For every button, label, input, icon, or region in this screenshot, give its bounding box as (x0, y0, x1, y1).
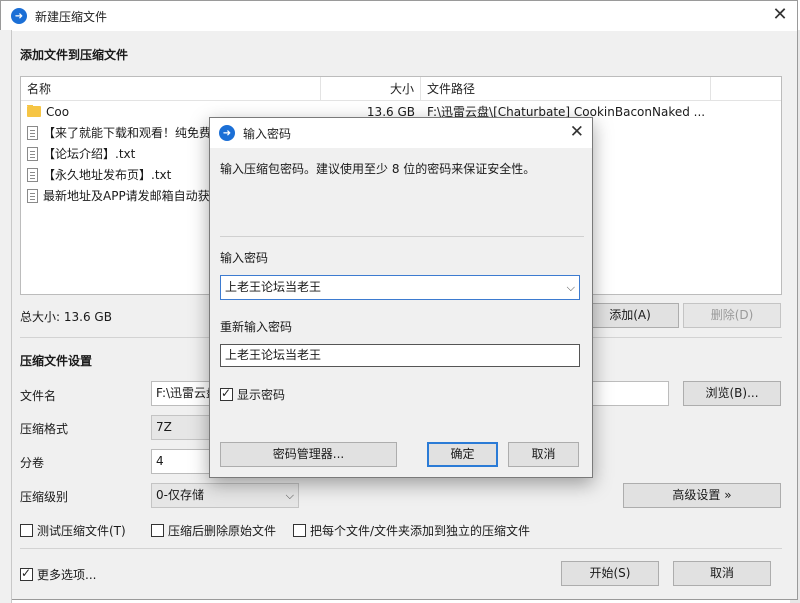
settings-section-title: 压缩文件设置 (20, 354, 93, 368)
folder-icon (27, 104, 41, 117)
window-title: 新建压缩文件 (35, 9, 108, 24)
separate-archives-checkbox[interactable]: 把每个文件/文件夹添加到独立的压缩文件 (293, 522, 530, 539)
show-password-checkbox[interactable]: 显示密码 (220, 386, 285, 403)
browse-button[interactable]: 浏览(B)... (683, 381, 781, 406)
advanced-settings-button[interactable]: 高级设置 » (623, 483, 781, 508)
format-value: 7Z (156, 420, 172, 434)
file-name: 【永久地址发布页】.txt (43, 168, 172, 182)
file-list-header: 名称 大小 文件路径 (21, 77, 781, 101)
add-button[interactable]: 添加(A) (581, 303, 679, 328)
background-window-strip (0, 30, 12, 603)
split-value: 4 (156, 454, 164, 468)
column-name[interactable]: 名称 (21, 77, 321, 101)
chevron-down-icon[interactable]: ⌵ (567, 276, 575, 299)
password-input[interactable]: 上老王论坛当老王 ⌵ (220, 275, 580, 300)
password-dialog: ➜ 输入密码 ✕ 输入压缩包密码。建议使用至少 8 位的密码来保证安全性。 输入… (209, 117, 593, 478)
divider (220, 236, 584, 237)
close-icon[interactable]: ✕ (570, 122, 584, 142)
checkbox-label: 更多选项... (37, 568, 97, 582)
app-logo-icon: ➜ (219, 125, 235, 141)
checkbox-label: 测试压缩文件(T) (37, 524, 126, 538)
test-archive-checkbox[interactable]: 测试压缩文件(T) (20, 522, 126, 539)
file-name: Coo (46, 104, 70, 119)
document-icon (27, 188, 38, 203)
password-value: 上老王论坛当老王 (225, 280, 322, 294)
level-select[interactable]: 0-仅存储 ⌵ (151, 483, 299, 508)
column-path[interactable]: 文件路径 (421, 77, 711, 101)
more-options-checkbox[interactable]: 更多选项... (20, 566, 96, 583)
password-manager-button[interactable]: 密码管理器... (220, 442, 397, 467)
dialog-info-text: 输入压缩包密码。建议使用至少 8 位的密码来保证安全性。 (220, 162, 536, 176)
checkbox-checked-icon (20, 566, 33, 581)
document-icon (27, 146, 38, 161)
file-name: 【论坛介绍】.txt (43, 147, 136, 161)
level-label: 压缩级别 (20, 490, 69, 504)
chevron-down-icon: ⌵ (285, 489, 294, 502)
files-section-title: 添加文件到压缩文件 (20, 48, 129, 62)
checkbox-icon (293, 524, 306, 537)
checkbox-label: 显示密码 (237, 388, 286, 402)
split-label: 分卷 (20, 456, 45, 470)
repeat-password-value: 上老王论坛当老王 (225, 348, 322, 362)
delete-button[interactable]: 删除(D) (683, 303, 781, 328)
delete-after-checkbox[interactable]: 压缩后删除原始文件 (151, 522, 276, 539)
column-size[interactable]: 大小 (321, 77, 421, 101)
total-size: 总大小: 13.6 GB (20, 310, 112, 324)
cancel-button[interactable]: 取消 (673, 561, 771, 586)
checkbox-icon (20, 524, 33, 537)
window-titlebar: ➜ 新建压缩文件 ✕ (1, 1, 797, 31)
divider (20, 548, 782, 549)
dialog-cancel-button[interactable]: 取消 (508, 442, 579, 467)
repeat-password-label: 重新输入密码 (220, 320, 293, 334)
file-name: 【来了就能下载和观看！纯免费 (43, 126, 212, 140)
dialog-title: 输入密码 (243, 126, 292, 141)
level-value: 0-仅存储 (156, 488, 204, 502)
repeat-password-input[interactable]: 上老王论坛当老王 (220, 344, 580, 367)
checkbox-checked-icon (220, 386, 233, 401)
ok-button[interactable]: 确定 (427, 442, 498, 467)
filename-label: 文件名 (20, 389, 57, 403)
close-icon[interactable]: ✕ (769, 5, 791, 27)
file-name: 最新地址及APP请发邮箱自动获 (43, 189, 210, 203)
checkbox-icon (151, 524, 164, 537)
format-label: 压缩格式 (20, 422, 69, 436)
start-button[interactable]: 开始(S) (561, 561, 659, 586)
document-icon (27, 125, 38, 140)
app-logo-icon: ➜ (11, 8, 27, 24)
checkbox-label: 把每个文件/文件夹添加到独立的压缩文件 (310, 524, 531, 538)
dialog-titlebar: ➜ 输入密码 ✕ (210, 118, 592, 148)
password-label: 输入密码 (220, 251, 269, 265)
document-icon (27, 167, 38, 182)
checkbox-label: 压缩后删除原始文件 (168, 524, 277, 538)
